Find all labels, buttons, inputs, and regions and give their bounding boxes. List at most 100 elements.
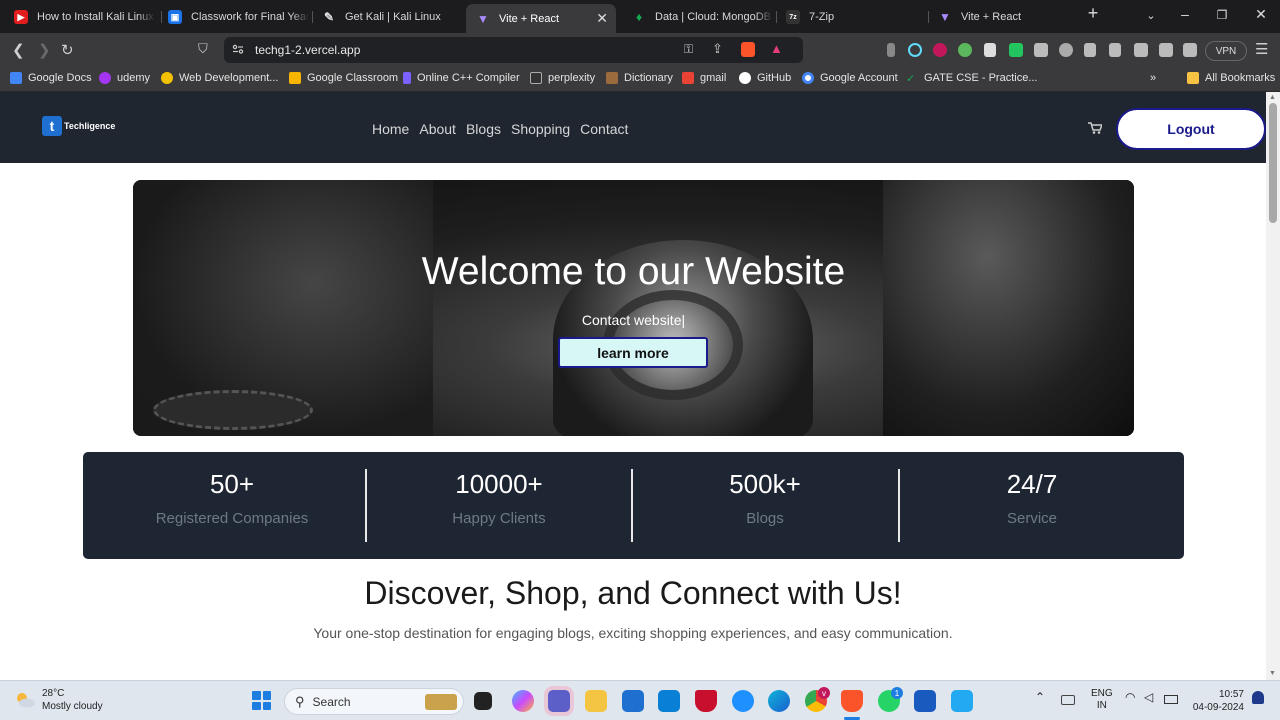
clock-time: 10:57	[1218, 689, 1244, 700]
clock-date: 04-09-2024	[1192, 702, 1244, 713]
logout-button[interactable]: Logout	[1116, 108, 1266, 150]
vscode-icon[interactable]	[951, 690, 973, 712]
extension-icon[interactable]	[1009, 43, 1023, 57]
minimize-icon[interactable]: –	[1175, 6, 1195, 22]
bookmark-google-docs[interactable]: Google Docs	[10, 72, 92, 84]
extension-icon[interactable]	[958, 43, 972, 57]
site-settings-icon[interactable]	[232, 43, 244, 55]
nav-link-shopping[interactable]: Shopping	[511, 121, 570, 137]
bookmark-online-cpp-compiler[interactable]: Online C++ Compiler	[403, 72, 520, 84]
stat-label: Happy Clients	[452, 510, 546, 527]
tab-search-chevron-icon[interactable]: ⌄	[1141, 9, 1161, 22]
scrollbar-thumb[interactable]	[1269, 103, 1277, 223]
bookmark-github[interactable]: GitHub	[739, 72, 791, 84]
battery-icon[interactable]	[1164, 695, 1178, 704]
share-icon[interactable]: ⇪	[712, 41, 723, 57]
bookmark-udemy[interactable]: udemy	[99, 72, 150, 84]
brave-rewards-icon[interactable]: ▲	[770, 41, 783, 56]
input-language-indicator[interactable]: ENG IN	[1091, 688, 1113, 712]
weather-widget[interactable]: 28°C Mostly cloudy	[14, 687, 103, 713]
tab-3[interactable]: ✎ Get Kali | Kali Linux	[312, 4, 464, 30]
cart-icon[interactable]	[1088, 122, 1102, 134]
bookmark-gmail[interactable]: gmail	[682, 72, 726, 84]
tab-1[interactable]: ▶ How to Install Kali Linux in	[4, 4, 160, 30]
close-tab-icon[interactable]: ✕	[596, 10, 608, 27]
nav-link-contact[interactable]: Contact	[580, 121, 628, 137]
mcafee-shield-icon[interactable]	[695, 690, 717, 712]
learn-more-button[interactable]: learn more	[558, 337, 708, 368]
window-close-icon[interactable]: ✕	[1251, 6, 1271, 23]
web-dev-icon	[161, 72, 173, 84]
leo-ai-icon[interactable]	[1183, 43, 1197, 57]
brave-icon[interactable]	[841, 690, 863, 712]
bookmark-perplexity[interactable]: perplexity	[530, 72, 595, 84]
password-key-icon[interactable]: ⚿	[684, 42, 693, 57]
sidebar-icon[interactable]	[1134, 43, 1148, 57]
reload-icon[interactable]: ↻	[61, 41, 74, 59]
nav-link-blogs[interactable]: Blogs	[466, 121, 501, 137]
whatsapp-notification-badge: 1	[891, 687, 903, 699]
tab-5[interactable]: ♦ Data | Cloud: MongoDB C	[622, 4, 774, 30]
tab-2[interactable]: ▣ Classwork for Final Year C	[158, 4, 310, 30]
wifi-icon[interactable]: ◠	[1125, 690, 1135, 704]
compiler-icon	[403, 72, 411, 84]
keyboard-icon[interactable]	[1061, 695, 1075, 705]
tab-7[interactable]: ▼ Vite + React	[928, 4, 1080, 30]
task-view-icon[interactable]	[474, 692, 492, 710]
bookmark-dictionary[interactable]: Dictionary	[606, 72, 673, 84]
7zip-icon: 7z	[786, 10, 800, 24]
tab-6[interactable]: 7z 7-Zip	[776, 4, 928, 30]
system-clock[interactable]: 10:57 04-09-2024	[1190, 688, 1244, 714]
forward-icon[interactable]: ❯	[38, 41, 51, 59]
nav-link-home[interactable]: Home	[372, 121, 409, 137]
tab-4-active[interactable]: ▼ Vite + React ✕	[466, 4, 616, 33]
show-hidden-icons-chevron-icon[interactable]: ⌃	[1035, 690, 1045, 704]
page-scrollbar[interactable]: ▲ ▼	[1266, 92, 1280, 680]
back-icon[interactable]: ❮	[12, 41, 25, 59]
nav-link-about[interactable]: About	[419, 121, 456, 137]
microsoft-store-icon[interactable]	[622, 690, 644, 712]
windows-start-icon[interactable]	[252, 691, 271, 710]
mcafee-app-icon[interactable]	[658, 690, 680, 712]
menu-icon[interactable]: ☰	[1255, 40, 1268, 58]
vpn-button[interactable]: VPN	[1205, 41, 1247, 61]
extension-icon[interactable]	[887, 43, 895, 57]
url-bar[interactable]: techg1-2.vercel.app ⚿ ⇪ ▲	[224, 37, 803, 63]
bookmark-google-account[interactable]: Google Account	[802, 72, 898, 84]
extension-icon[interactable]	[1059, 43, 1073, 57]
teams-icon[interactable]	[548, 690, 570, 712]
react-devtools-icon[interactable]	[908, 43, 922, 57]
scroll-down-icon[interactable]: ▼	[1269, 670, 1276, 677]
extension-icon[interactable]	[933, 43, 947, 57]
maximize-icon[interactable]: ❐	[1212, 8, 1232, 22]
volume-icon[interactable]: ◁	[1144, 690, 1153, 704]
classroom-icon: ▣	[168, 10, 182, 24]
notification-bell-icon[interactable]	[1252, 691, 1264, 704]
edge-icon[interactable]	[768, 690, 790, 712]
logo-icon: t	[42, 116, 62, 136]
weather-app-icon[interactable]	[732, 690, 754, 712]
eyedropper-icon[interactable]	[984, 43, 996, 57]
more-bookmarks-chevron-icon[interactable]: »	[1150, 72, 1156, 84]
bookmark-google-classroom[interactable]: Google Classroom	[289, 72, 398, 84]
puzzle-icon[interactable]	[1034, 43, 1048, 57]
bookmark-gate-cse[interactable]: ✓ GATE CSE - Practice...	[906, 72, 1038, 85]
new-tab-icon[interactable]: +	[1083, 3, 1103, 24]
bookmark-icon[interactable]: ⛉	[198, 41, 208, 57]
web-page: t Techligence Home About Blogs Shopping …	[0, 92, 1266, 680]
kali-icon: ✎	[323, 10, 335, 24]
word-icon[interactable]	[914, 690, 936, 712]
copilot-icon[interactable]	[512, 690, 534, 712]
download-icon[interactable]	[1109, 43, 1121, 57]
bookmarks-bar: Google Docs udemy Web Development... Goo…	[0, 67, 1280, 92]
all-bookmarks-folder[interactable]: All Bookmarks	[1187, 72, 1275, 84]
brave-shield-icon[interactable]	[741, 42, 755, 57]
bookmark-web-development[interactable]: Web Development...	[161, 72, 278, 84]
media-icon[interactable]	[1084, 43, 1096, 57]
wallet-icon[interactable]	[1159, 43, 1173, 57]
scroll-up-icon[interactable]: ▲	[1269, 94, 1276, 101]
site-logo[interactable]: t Techligence	[42, 116, 115, 136]
file-explorer-icon[interactable]	[585, 690, 607, 712]
hero-subtitle: Contact website|	[581, 312, 686, 328]
taskbar-search[interactable]: ⚲ Search	[284, 688, 464, 715]
